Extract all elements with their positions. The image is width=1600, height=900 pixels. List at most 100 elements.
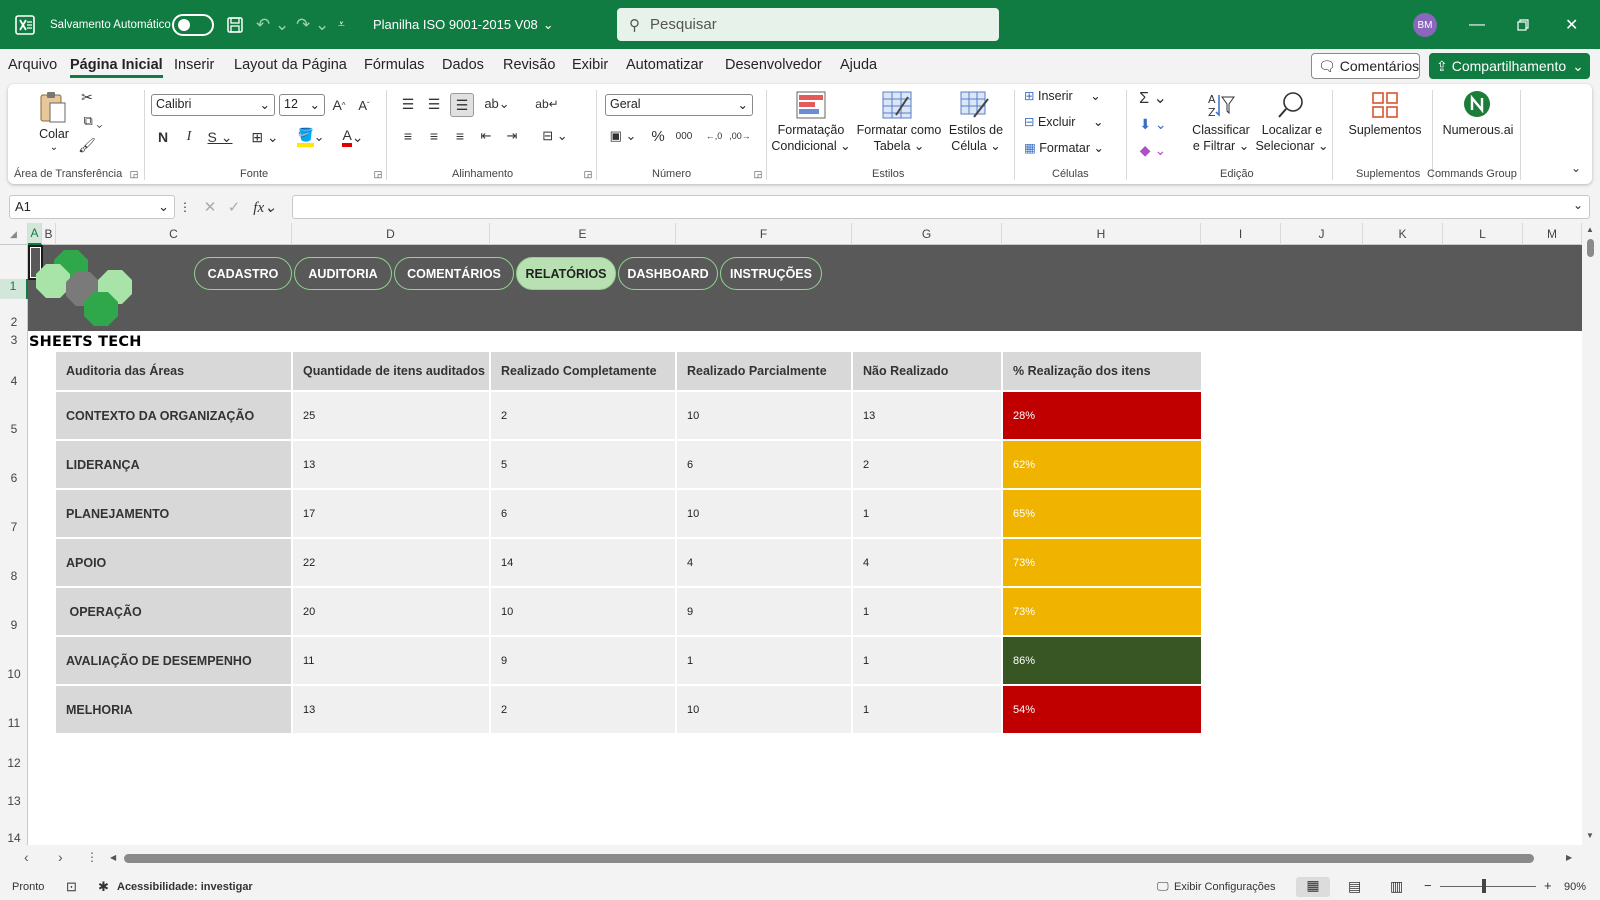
accessibility-icon[interactable]: ✱ [98, 879, 109, 895]
orientation-icon[interactable]: ab⌄ [480, 94, 514, 114]
table-header-none[interactable]: Não Realizado [853, 352, 1001, 390]
percent-icon[interactable]: % [648, 126, 668, 146]
font-name-select[interactable]: Calibri ⌄ [151, 94, 275, 116]
horizontal-scroll-thumb[interactable] [124, 854, 1534, 863]
partial-cell[interactable]: 10 [677, 490, 851, 537]
row-header-13[interactable]: 13 [0, 794, 28, 808]
row-header-8[interactable]: 8 [0, 569, 28, 583]
none-cell[interactable]: 13 [853, 392, 1001, 439]
percent-cell[interactable]: 86% [1003, 637, 1201, 684]
tab-exibir[interactable]: Exibir [572, 57, 608, 73]
tab-revisao[interactable]: Revisão [503, 57, 555, 73]
percent-cell[interactable]: 54% [1003, 686, 1201, 733]
zoom-slider-thumb[interactable] [1482, 879, 1486, 893]
column-header-a[interactable]: A [28, 223, 42, 245]
none-cell[interactable]: 4 [853, 539, 1001, 586]
column-header-j[interactable]: J [1281, 223, 1363, 245]
column-header-f[interactable]: F [676, 223, 852, 245]
row-header-3[interactable]: 3 [0, 333, 28, 347]
tab-layout[interactable]: Layout da Página [234, 57, 347, 73]
tab-inserir[interactable]: Inserir [174, 57, 214, 73]
increase-font-icon[interactable]: A ^ [330, 94, 348, 116]
quantity-cell[interactable]: 13 [293, 686, 489, 733]
page-break-view-icon[interactable]: ▥ [1390, 878, 1403, 895]
full-cell[interactable]: 5 [491, 441, 675, 488]
accounting-format-icon[interactable]: ▣ ⌄ [606, 126, 640, 146]
none-cell[interactable]: 1 [853, 637, 1001, 684]
format-painter-icon[interactable]: 🖌 [78, 136, 96, 154]
none-cell[interactable]: 1 [853, 490, 1001, 537]
quantity-cell[interactable]: 11 [293, 637, 489, 684]
align-right-icon[interactable]: ≡ [450, 126, 470, 146]
sort-filter-icon[interactable]: AZ [1204, 88, 1238, 122]
column-header-i[interactable]: I [1201, 223, 1281, 245]
nav-button-comentarios[interactable]: COMENTÁRIOS [394, 257, 514, 290]
undo-icon[interactable]: ↶ ⌄ [256, 0, 289, 49]
save-icon[interactable] [226, 0, 244, 49]
tab-automatizar[interactable]: Automatizar [626, 57, 703, 73]
cut-icon[interactable]: ✂ [78, 88, 96, 106]
zoom-out-icon[interactable]: − [1424, 878, 1432, 893]
partial-cell[interactable]: 4 [677, 539, 851, 586]
decrease-font-icon[interactable]: Aˇ [355, 94, 373, 116]
column-header-k[interactable]: K [1363, 223, 1443, 245]
excel-logo-icon[interactable] [14, 0, 36, 49]
tab-ajuda[interactable]: Ajuda [840, 57, 877, 73]
next-sheet-icon[interactable]: › [58, 849, 63, 865]
chevron-down-icon[interactable]: ⌄ [46, 140, 62, 156]
dialog-launcher-icon[interactable]: ◲ [582, 168, 594, 180]
find-select-label1[interactable]: Localizar e [1254, 122, 1330, 138]
none-cell[interactable]: 1 [853, 588, 1001, 635]
fill-icon[interactable]: ⬇ ⌄ [1136, 114, 1170, 134]
nav-button-cadastro[interactable]: CADASTRO [194, 257, 292, 290]
area-cell[interactable]: LIDERANÇA [56, 441, 291, 488]
row-header-7[interactable]: 7 [0, 520, 28, 534]
dialog-launcher-icon[interactable]: ◲ [128, 168, 140, 180]
cell-styles-button[interactable]: Célula ⌄ [946, 138, 1006, 154]
find-select-button[interactable]: Selecionar ⌄ [1254, 138, 1330, 154]
full-cell[interactable]: 6 [491, 490, 675, 537]
quantity-cell[interactable]: 22 [293, 539, 489, 586]
accessibility-status[interactable]: Acessibilidade: investigar [117, 881, 253, 893]
wrap-text-icon[interactable]: ab↵ [535, 94, 558, 114]
increase-indent-icon[interactable]: ⇥ [502, 126, 522, 146]
format-as-table-icon[interactable] [880, 88, 914, 122]
tab-arquivo[interactable]: Arquivo [8, 57, 57, 73]
area-cell[interactable]: AVALIAÇÃO DE DESEMPENHO [56, 637, 291, 684]
scroll-up-icon[interactable]: ▲ [1586, 225, 1594, 234]
area-cell[interactable]: PLANEJAMENTO [56, 490, 291, 537]
bold-icon[interactable]: N [154, 126, 172, 148]
format-cells-button[interactable]: ▦ Formatar ⌄ [1024, 140, 1114, 156]
autosum-icon[interactable]: Σ ⌄ [1136, 88, 1170, 108]
full-cell[interactable]: 9 [491, 637, 675, 684]
none-cell[interactable]: 1 [853, 686, 1001, 733]
percent-cell[interactable]: 28% [1003, 392, 1201, 439]
quantity-cell[interactable]: 13 [293, 441, 489, 488]
row-header-2[interactable]: 2 [0, 315, 28, 329]
quantity-cell[interactable]: 17 [293, 490, 489, 537]
comma-style-icon[interactable]: 000 [672, 126, 696, 146]
decrease-decimal-icon[interactable]: ,00→ [729, 126, 751, 146]
tab-dados[interactable]: Dados [442, 57, 484, 73]
page-layout-view-icon[interactable]: ▤ [1348, 878, 1361, 895]
table-header-quantity[interactable]: Quantidade de itens auditados [293, 352, 489, 390]
insert-function-icon[interactable]: fx⌄ [250, 197, 280, 217]
row-header-12[interactable]: 12 [0, 756, 28, 770]
scroll-right-icon[interactable]: ▶ [1566, 853, 1572, 862]
zoom-in-icon[interactable]: + [1544, 878, 1552, 893]
insert-cells-button[interactable]: ⊞ Inserir ⌄ [1024, 88, 1114, 104]
decrease-indent-icon[interactable]: ⇤ [476, 126, 496, 146]
number-format-select[interactable]: Geral ⌄ [605, 94, 753, 116]
fill-color-icon[interactable]: 🪣 ⌄ [294, 126, 328, 148]
row-header-9[interactable]: 9 [0, 618, 28, 632]
area-cell[interactable]: CONTEXTO DA ORGANIZAÇÃO [56, 392, 291, 439]
align-middle-icon[interactable]: ☰ [424, 94, 444, 114]
column-header-h[interactable]: H [1002, 223, 1201, 245]
partial-cell[interactable]: 9 [677, 588, 851, 635]
clear-icon[interactable]: ◆ ⌄ [1136, 140, 1170, 160]
sort-filter-label1[interactable]: Classificar [1188, 122, 1254, 138]
full-cell[interactable]: 2 [491, 686, 675, 733]
align-bottom-icon[interactable]: ☰ [450, 93, 474, 117]
conditional-formatting-icon[interactable] [794, 88, 828, 122]
area-cell[interactable]: APOIO [56, 539, 291, 586]
